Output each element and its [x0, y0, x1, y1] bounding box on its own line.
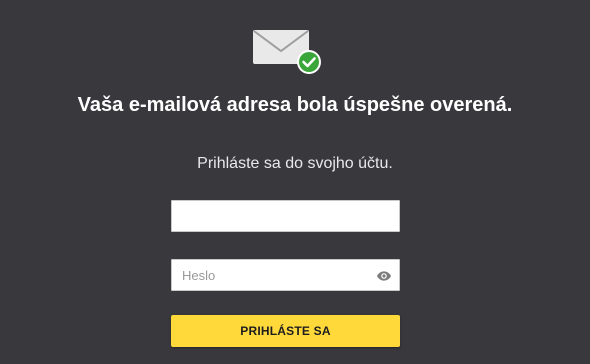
password-input[interactable] — [172, 260, 382, 290]
login-button[interactable]: PRIHLÁSTE SA — [171, 315, 400, 347]
eye-icon[interactable] — [376, 268, 392, 284]
email-input[interactable] — [172, 201, 382, 231]
verification-page: Vaša e-mailová adresa bola úspešne overe… — [0, 0, 590, 364]
mail-verified-icon — [253, 28, 323, 78]
password-field[interactable] — [171, 259, 400, 291]
page-subtitle: Prihláste sa do svojho účtu. — [197, 155, 393, 172]
page-title: Vaša e-mailová adresa bola úspešne overe… — [77, 94, 513, 116]
email-field[interactable] — [171, 200, 400, 232]
